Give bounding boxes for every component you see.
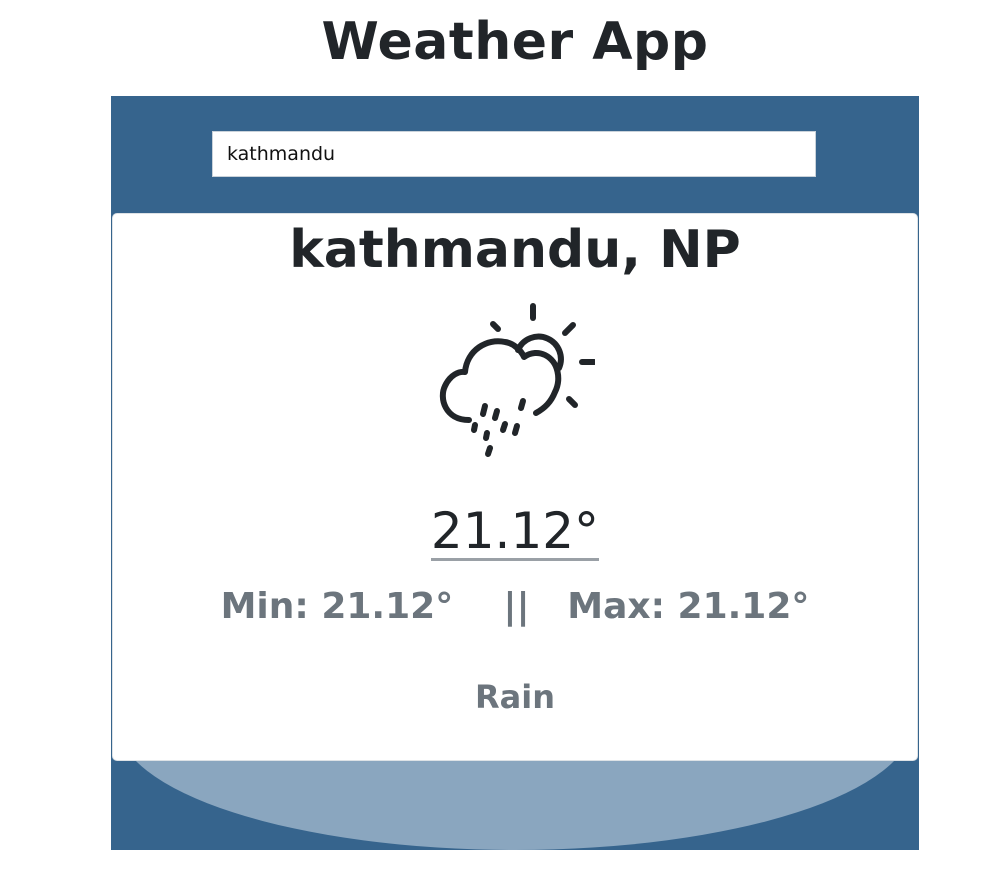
separator: || xyxy=(503,586,530,627)
min-temperature: Min: 21.12° xyxy=(220,586,454,627)
page-title: Weather App xyxy=(321,12,709,72)
max-temperature: Max: 21.12° xyxy=(567,586,810,627)
temperature: 21.12° xyxy=(113,502,917,561)
weather-card: kathmandu, NP 21.12° Min: 21.12° || Max:… xyxy=(112,213,918,761)
temperature-value: 21.12° xyxy=(430,502,600,561)
weather-panel: kathmandu, NP 21.12° xyxy=(111,96,919,850)
rain-sun-icon xyxy=(439,303,595,457)
location-name: kathmandu, NP xyxy=(289,220,741,280)
weather-condition: Rain xyxy=(475,678,555,716)
min-max-row: Min: 21.12° || Max: 21.12° xyxy=(113,586,917,627)
city-search-input[interactable] xyxy=(212,131,816,177)
